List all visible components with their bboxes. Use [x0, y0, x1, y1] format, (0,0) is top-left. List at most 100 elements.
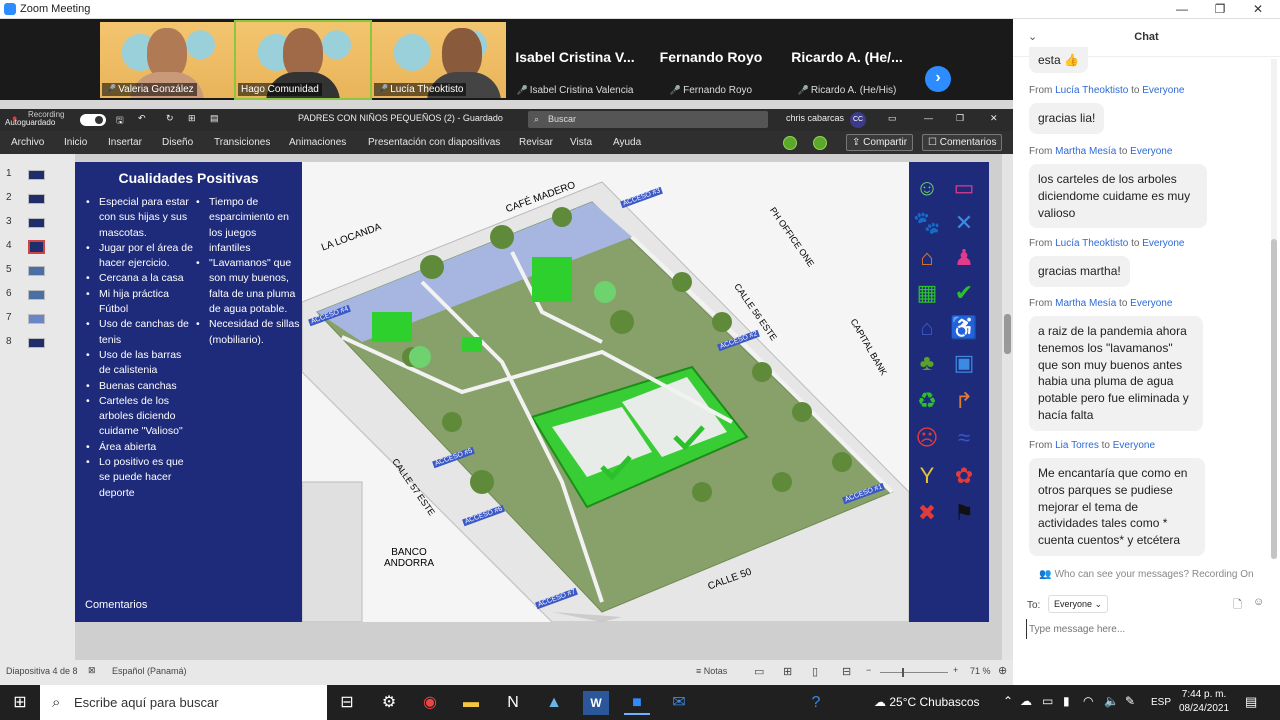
present-icon[interactable]: ⊞ — [188, 113, 196, 124]
slide-thumbnail-selected[interactable] — [28, 240, 45, 254]
slide-thumbnail[interactable] — [28, 338, 45, 348]
input-language[interactable]: ESP — [1151, 697, 1171, 708]
shelter-icon: ⌂ — [920, 315, 934, 340]
slide-thumbnail[interactable] — [28, 170, 45, 180]
wifi-icon[interactable]: ◠ — [1083, 694, 1093, 708]
photos-icon[interactable]: ▲ — [541, 691, 567, 715]
mail-icon[interactable]: ✉ — [666, 691, 692, 715]
light-icon: ↱ — [954, 388, 974, 413]
chat-panel: ⌄ Chat esta 👍 From Lucía Theoktisto to E… — [1013, 19, 1280, 685]
normal-view-icon[interactable]: ▭ — [754, 665, 764, 678]
menu-transiciones[interactable]: Transiciones — [214, 137, 270, 148]
save-icon[interactable]: 🖫 — [116, 113, 124, 129]
share-button[interactable]: ⇪ Compartir — [846, 134, 914, 151]
menu-animaciones[interactable]: Animaciones — [289, 137, 346, 148]
sorter-view-icon[interactable]: ⊞ — [783, 665, 792, 678]
coauthor-icon[interactable] — [783, 136, 797, 150]
search-input[interactable]: ⌕ Buscar — [528, 111, 768, 128]
privacy-notice[interactable]: 👥 Who can see your messages? Recording O… — [1013, 569, 1280, 580]
pen-icon[interactable]: ✎ — [1125, 694, 1135, 708]
ppt-restore-button[interactable]: ❐ — [956, 113, 964, 124]
accessibility-icon[interactable]: ⊠ — [88, 665, 96, 676]
redo-icon[interactable]: ↻ — [166, 113, 174, 124]
maximize-button[interactable]: ❐ — [1200, 2, 1240, 16]
notifications-icon[interactable]: ▤ — [1245, 694, 1257, 710]
notes-button[interactable]: ≡ Notas — [696, 666, 727, 676]
name-tile[interactable]: Ricardo A. (He/... 🎤 Ricardo A. (He/His) — [780, 22, 914, 98]
language-status[interactable]: Español (Panamá) — [112, 666, 187, 676]
slide-thumbnail[interactable] — [28, 218, 45, 228]
zoom-in-icon[interactable]: + — [953, 665, 958, 675]
emoji-icon[interactable]: ☺ — [1253, 596, 1264, 608]
recipient-select[interactable]: Everyone ⌄ — [1048, 595, 1109, 613]
chrome-icon[interactable]: ◉ — [417, 691, 443, 715]
ribbon-display-icon[interactable]: ▭ — [888, 113, 897, 124]
task-view-icon[interactable]: ⊟ — [334, 691, 360, 715]
next-page-button[interactable]: › — [925, 66, 951, 92]
slideshow-icon[interactable]: ⊟ — [842, 665, 851, 678]
qualities-panel: Cualidades Positivas Especial para estar… — [75, 162, 302, 622]
name-tile[interactable]: Isabel Cristina V... 🎤 Isabel Cristina Va… — [508, 22, 642, 98]
menu-presentacion[interactable]: Presentación con diapositivas — [368, 137, 500, 148]
ppt-close-button[interactable]: ✕ — [990, 113, 998, 124]
close-button[interactable]: ✕ — [1238, 2, 1278, 16]
menu-revisar[interactable]: Revisar — [519, 137, 553, 148]
volume-icon[interactable]: 🔈 — [1104, 694, 1119, 708]
chat-scrollbar[interactable] — [1271, 59, 1277, 559]
name-tile[interactable]: Fernando Royo 🎤 Fernando Royo — [644, 22, 778, 98]
zoom-out-icon[interactable]: − — [866, 665, 871, 675]
ppt-minimize-button[interactable]: — — [924, 113, 933, 123]
tray-chevron-icon[interactable]: ⌃ — [1003, 694, 1013, 708]
word-icon[interactable]: W — [583, 691, 609, 715]
message-input[interactable] — [1026, 619, 1266, 639]
windows-start-icon[interactable]: ⊞ — [7, 691, 33, 715]
slide-thumbnail[interactable] — [28, 194, 45, 204]
file-icon[interactable]: 🗋 — [1233, 596, 1242, 615]
notion-icon[interactable]: N — [500, 691, 526, 715]
menu-diseno[interactable]: Diseño — [162, 137, 193, 148]
search-icon: ⌕ — [534, 114, 540, 124]
minimize-button[interactable]: — — [1162, 2, 1202, 16]
clock[interactable]: 7:44 p. m. 08/24/2021 — [1174, 688, 1234, 716]
fit-slide-icon[interactable]: ⊕ — [998, 664, 1007, 677]
slide-thumbnail[interactable] — [28, 266, 45, 276]
menu-inicio[interactable]: Inicio — [64, 137, 87, 148]
layout-icon[interactable]: ▤ — [210, 113, 219, 124]
menu-insertar[interactable]: Insertar — [108, 137, 142, 148]
table-icon: ⌂ — [920, 245, 934, 270]
video-tile[interactable]: Hago Comunidad — [234, 20, 372, 100]
map-label: BANCO ANDORRA — [383, 547, 434, 569]
playground-icon: ♿ — [950, 315, 978, 340]
usb-icon[interactable]: ▭ — [1042, 694, 1053, 708]
video-tile[interactable]: 🎤 Lucía Theoktisto — [372, 22, 506, 98]
battery-icon[interactable]: ▮ — [1063, 694, 1070, 708]
video-tile[interactable]: 🎤 Valeria González — [100, 22, 234, 98]
weather[interactable]: ☁ 25°C Chubascos — [874, 695, 980, 709]
slide-thumbnail[interactable] — [28, 314, 45, 324]
list-item: Uso de canchas de tenis — [83, 317, 195, 348]
comments-button[interactable]: ☐ Comentarios — [922, 134, 1003, 151]
file-explorer-icon[interactable]: ▬ — [458, 691, 484, 715]
slide[interactable]: Cualidades Positivas Especial para estar… — [75, 162, 909, 622]
zoom-level[interactable]: 71 % — [970, 666, 991, 676]
planter-icon: ▦ — [916, 280, 938, 305]
scroll-thumb[interactable] — [1271, 239, 1277, 559]
vertical-scrollbar[interactable] — [1002, 154, 1013, 660]
slide-thumbnail[interactable] — [28, 290, 45, 300]
autosave-toggle[interactable] — [80, 114, 106, 126]
zoom-slider[interactable] — [880, 668, 948, 677]
zoom-app-icon[interactable]: ■ — [624, 691, 650, 715]
reading-view-icon[interactable]: ▯ — [812, 665, 818, 678]
document-title[interactable]: PADRES CON NIÑOS PEQUEÑOS (2) - Guardado — [298, 113, 503, 123]
coauthor-icon[interactable] — [813, 136, 827, 150]
taskbar-search[interactable]: ⌕ Escribe aquí para buscar — [40, 685, 327, 720]
undo-icon[interactable]: ↶ — [138, 113, 146, 124]
avatar[interactable]: CC — [850, 112, 866, 128]
scroll-thumb[interactable] — [1004, 314, 1011, 354]
menu-vista[interactable]: Vista — [570, 137, 592, 148]
menu-archivo[interactable]: Archivo — [11, 137, 44, 148]
settings-gear-icon[interactable]: ⚙ — [376, 691, 402, 715]
help-icon[interactable]: ? — [803, 691, 829, 715]
cloud-icon[interactable]: ☁ — [1020, 694, 1032, 708]
menu-ayuda[interactable]: Ayuda — [613, 137, 641, 148]
